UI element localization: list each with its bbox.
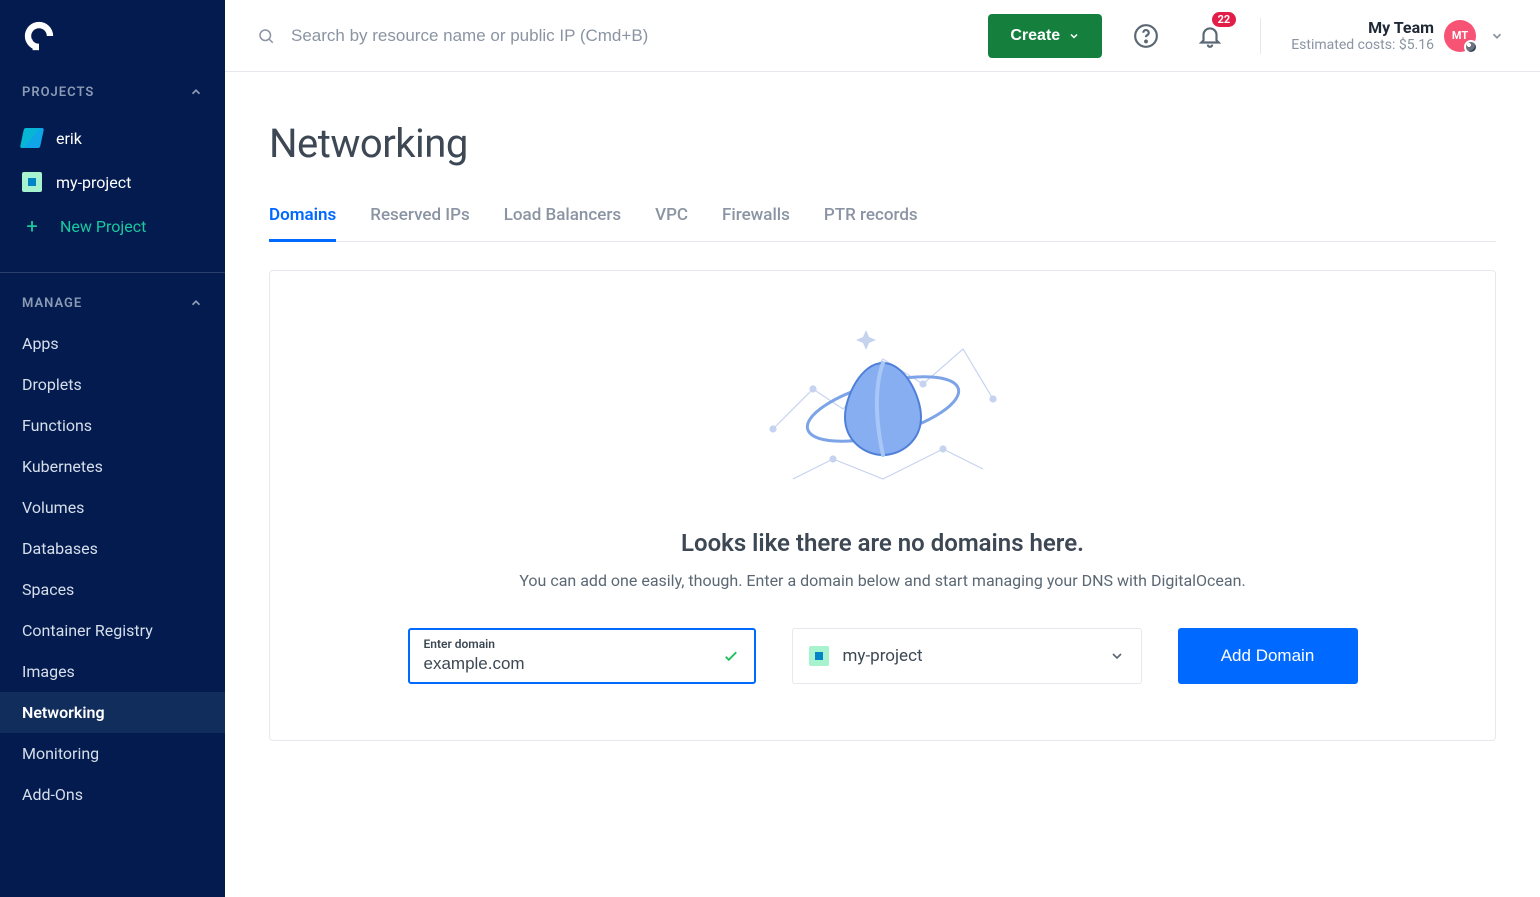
team-text: My Team Estimated costs: $5.16 [1291,18,1434,53]
new-project-button[interactable]: + New Project [0,204,225,248]
sidebar-item-container-registry[interactable]: Container Registry [0,610,225,651]
projects-section-toggle[interactable]: PROJECTS [0,72,225,112]
digitalocean-logo-icon [22,19,56,53]
search-wrap [257,25,976,47]
tab-ptr-records[interactable]: PTR records [824,205,918,242]
empty-subtitle: You can add one easily, though. Enter a … [330,571,1435,590]
chevron-up-icon [189,85,203,99]
empty-title: Looks like there are no domains here. [330,529,1435,557]
help-icon [1133,23,1159,49]
sidebar-item-databases[interactable]: Databases [0,528,225,569]
domains-panel: Looks like there are no domains here. Yo… [269,270,1496,741]
manage-list: Apps Droplets Functions Kubernetes Volum… [0,323,225,835]
project-icon [22,172,42,192]
empty-illustration-icon [753,319,1013,499]
manage-section-toggle[interactable]: MANAGE [0,283,225,323]
avatar: MT [1444,20,1476,52]
team-name: My Team [1291,18,1434,37]
tab-load-balancers[interactable]: Load Balancers [504,205,621,242]
page-title: Networking [269,120,1496,167]
notification-badge: 22 [1212,12,1237,27]
sidebar-item-volumes[interactable]: Volumes [0,487,225,528]
manage-section-label: MANAGE [22,296,82,311]
new-project-label: New Project [60,217,146,236]
tab-reserved-ips[interactable]: Reserved IPs [370,205,469,242]
tabs: Domains Reserved IPs Load Balancers VPC … [269,205,1496,242]
sidebar-item-functions[interactable]: Functions [0,405,225,446]
notifications-button[interactable]: 22 [1190,16,1230,56]
project-label: erik [56,129,82,148]
logo-area[interactable] [0,0,225,72]
project-icon [809,646,829,666]
avatar-secondary-icon [1464,40,1478,54]
project-icon [20,128,44,148]
tab-domains[interactable]: Domains [269,205,336,242]
project-label: my-project [56,173,131,192]
sidebar-item-networking[interactable]: Networking [0,692,225,733]
projects-section-label: PROJECTS [22,85,94,100]
team-cost: Estimated costs: $5.16 [1291,37,1434,53]
tab-vpc[interactable]: VPC [655,205,688,242]
sidebar-item-monitoring[interactable]: Monitoring [0,733,225,774]
project-select-value: my-project [843,646,923,666]
sidebar-item-addons[interactable]: Add-Ons [0,774,225,815]
topbar: Create 22 My Team Estimated costs: $5.16 [225,0,1540,72]
topbar-separator [1260,18,1261,54]
add-domain-form: Enter domain my-project Add Domain [330,628,1435,684]
search-input[interactable] [289,25,976,47]
content: Networking Domains Reserved IPs Load Bal… [225,72,1540,897]
chevron-down-icon [1068,30,1080,42]
avatar-initials: MT [1452,29,1468,42]
help-button[interactable] [1126,16,1166,56]
sidebar-item-apps[interactable]: Apps [0,323,225,364]
create-button[interactable]: Create [988,14,1102,58]
project-item-erik[interactable]: erik [0,116,225,160]
chevron-down-icon [1490,29,1504,43]
chevron-up-icon [189,296,203,310]
sidebar-divider [0,272,225,273]
chevron-down-icon [1109,648,1125,664]
projects-list: erik my-project + New Project [0,112,225,266]
add-domain-button[interactable]: Add Domain [1178,628,1358,684]
plus-icon: + [22,216,42,236]
sidebar-item-droplets[interactable]: Droplets [0,364,225,405]
project-item-my-project[interactable]: my-project [0,160,225,204]
sidebar-item-images[interactable]: Images [0,651,225,692]
sidebar: PROJECTS erik my-project + New Project M… [0,0,225,897]
domain-field[interactable]: Enter domain [408,628,756,684]
tab-firewalls[interactable]: Firewalls [722,205,790,242]
add-domain-button-label: Add Domain [1221,646,1315,665]
search-icon [257,27,275,45]
project-select[interactable]: my-project [792,628,1142,684]
domain-field-label: Enter domain [424,637,496,651]
check-icon [722,647,740,665]
create-button-label: Create [1010,27,1060,45]
main-area: Create 22 My Team Estimated costs: $5.16 [225,0,1540,897]
sidebar-item-spaces[interactable]: Spaces [0,569,225,610]
sidebar-item-kubernetes[interactable]: Kubernetes [0,446,225,487]
team-switcher[interactable]: My Team Estimated costs: $5.16 MT [1291,18,1504,53]
